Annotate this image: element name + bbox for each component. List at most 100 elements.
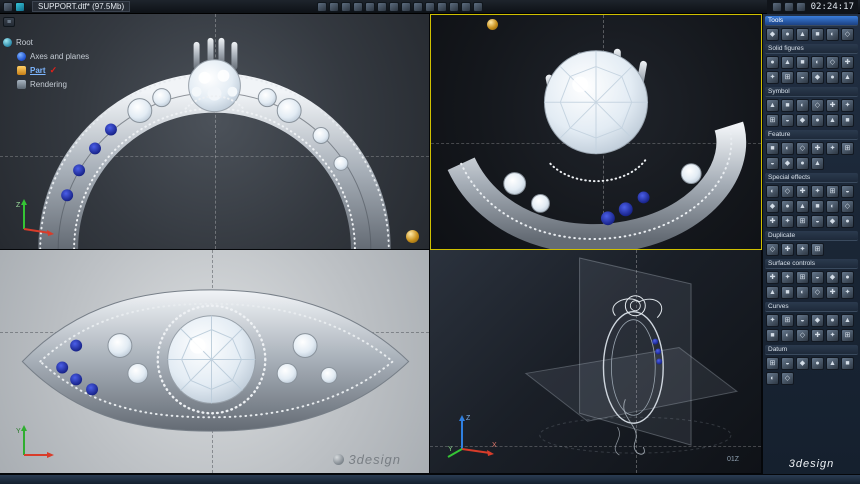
datum-tool-icon[interactable]: ■ (841, 357, 854, 370)
section-header-tools[interactable]: Tools (765, 16, 858, 26)
surface-controls-tool-icon[interactable]: ◆ (826, 271, 839, 284)
screen-capture-icon[interactable] (784, 2, 794, 12)
datum-tool-icon[interactable]: ◒ (781, 357, 794, 370)
datum-tool-icon[interactable]: ◇ (781, 372, 794, 385)
special-effects-tool-icon[interactable]: ✦ (781, 215, 794, 228)
tools-tool-icon[interactable]: ■ (811, 28, 824, 41)
solid-figures-tool-icon[interactable]: ▲ (841, 71, 854, 84)
solid-figures-tool-icon[interactable]: ⊞ (781, 71, 794, 84)
symbol-tool-icon[interactable]: ▲ (826, 114, 839, 127)
tools-tool-icon[interactable]: ◐ (826, 28, 839, 41)
special-effects-tool-icon[interactable]: ✚ (796, 185, 809, 198)
panel-toggle-icon[interactable] (772, 2, 782, 12)
duplicate-tool-icon[interactable]: ◇ (766, 243, 779, 256)
tree-item-axes-and-planes[interactable]: Axes and planes (3, 49, 129, 63)
viewport-front[interactable]: ≡ RootAxes and planesPart✓Rendering Z (0, 14, 430, 250)
special-effects-tool-icon[interactable]: ⊞ (796, 215, 809, 228)
symbol-tool-icon[interactable]: ● (811, 114, 824, 127)
tree-item-part[interactable]: Part✓ (3, 63, 129, 77)
surface-controls-tool-icon[interactable]: ■ (781, 286, 794, 299)
viewport-top[interactable]: Y 3design (0, 250, 430, 474)
symbol-tool-icon[interactable]: ▲ (766, 99, 779, 112)
tree-item-rendering[interactable]: Rendering (3, 77, 129, 91)
section-header-solid-figures[interactable]: Solid figures (765, 44, 858, 54)
feature-tool-icon[interactable]: ■ (766, 142, 779, 155)
surface-controls-tool-icon[interactable]: ◇ (811, 286, 824, 299)
clock-icon[interactable] (796, 2, 806, 12)
surface-controls-tool-icon[interactable]: ✦ (781, 271, 794, 284)
special-effects-tool-icon[interactable]: ▲ (796, 200, 809, 213)
solid-figures-tool-icon[interactable]: ■ (796, 56, 809, 69)
app-cube-icon[interactable] (15, 2, 25, 12)
shaded-view-icon[interactable] (329, 2, 339, 12)
special-effects-tool-icon[interactable]: ✚ (766, 215, 779, 228)
measure-icon[interactable] (401, 2, 411, 12)
curves-tool-icon[interactable]: ✦ (826, 329, 839, 342)
surface-controls-tool-icon[interactable]: ⊞ (796, 271, 809, 284)
viewport-construction[interactable]: Z X Y 01Z (430, 250, 762, 474)
section-header-feature[interactable]: Feature (765, 130, 858, 140)
surface-controls-tool-icon[interactable]: ✦ (841, 286, 854, 299)
symbol-tool-icon[interactable]: ■ (841, 114, 854, 127)
duplicate-tool-icon[interactable]: ⊞ (811, 243, 824, 256)
special-effects-tool-icon[interactable]: ● (841, 215, 854, 228)
solid-figures-tool-icon[interactable]: ✦ (766, 71, 779, 84)
curves-tool-icon[interactable]: ◆ (811, 314, 824, 327)
symbol-tool-icon[interactable]: ◆ (796, 114, 809, 127)
magnet-snap-icon[interactable] (425, 2, 435, 12)
solid-figures-tool-icon[interactable]: ◇ (826, 56, 839, 69)
solid-figures-tool-icon[interactable]: ◐ (811, 56, 824, 69)
solid-figures-tool-icon[interactable]: ▲ (781, 56, 794, 69)
material-icon[interactable] (377, 2, 387, 12)
datum-tool-icon[interactable]: ◐ (766, 372, 779, 385)
curves-tool-icon[interactable]: ◒ (796, 314, 809, 327)
datum-tool-icon[interactable]: ⊞ (766, 357, 779, 370)
symbol-tool-icon[interactable]: ✚ (826, 99, 839, 112)
special-effects-tool-icon[interactable]: ■ (811, 200, 824, 213)
datum-tool-icon[interactable]: ◆ (796, 357, 809, 370)
render-icon[interactable] (365, 2, 375, 12)
section-header-surface-controls[interactable]: Surface controls (765, 259, 858, 269)
surface-controls-tool-icon[interactable]: ✚ (826, 286, 839, 299)
material-preview-gold[interactable] (487, 19, 498, 30)
special-effects-tool-icon[interactable]: ● (781, 200, 794, 213)
solid-figures-tool-icon[interactable]: ● (766, 56, 779, 69)
special-effects-tool-icon[interactable]: ◆ (826, 215, 839, 228)
curves-tool-icon[interactable]: ✚ (811, 329, 824, 342)
tree-menu-icon[interactable]: ≡ (3, 17, 15, 27)
viewport-perspective[interactable] (430, 14, 762, 250)
solid-figures-tool-icon[interactable]: ✚ (841, 56, 854, 69)
symbol-tool-icon[interactable]: ◒ (781, 114, 794, 127)
symbol-tool-icon[interactable]: ◇ (811, 99, 824, 112)
special-effects-tool-icon[interactable]: ◇ (841, 200, 854, 213)
tree-item-root[interactable]: Root (3, 35, 129, 49)
wireframe-view-icon[interactable] (341, 2, 351, 12)
grid-snap-icon[interactable] (413, 2, 423, 12)
special-effects-tool-icon[interactable]: ◒ (841, 185, 854, 198)
undo-icon[interactable] (437, 2, 447, 12)
curves-tool-icon[interactable]: ● (826, 314, 839, 327)
curves-tool-icon[interactable]: ◇ (796, 329, 809, 342)
feature-tool-icon[interactable]: ◒ (766, 157, 779, 170)
symbol-tool-icon[interactable]: ⊞ (766, 114, 779, 127)
section-header-duplicate[interactable]: Duplicate (765, 231, 858, 241)
special-effects-tool-icon[interactable]: ◒ (811, 215, 824, 228)
feature-tool-icon[interactable]: ● (796, 157, 809, 170)
special-effects-tool-icon[interactable]: ◆ (766, 200, 779, 213)
symbol-tool-icon[interactable]: ✦ (841, 99, 854, 112)
curves-tool-icon[interactable]: ▲ (841, 314, 854, 327)
feature-tool-icon[interactable]: ◆ (781, 157, 794, 170)
duplicate-tool-icon[interactable]: ✦ (796, 243, 809, 256)
surface-controls-tool-icon[interactable]: ● (841, 271, 854, 284)
feature-tool-icon[interactable]: ◇ (796, 142, 809, 155)
feature-tool-icon[interactable]: ▲ (811, 157, 824, 170)
solid-figures-tool-icon[interactable]: ◒ (796, 71, 809, 84)
surface-controls-tool-icon[interactable]: ◐ (796, 286, 809, 299)
special-effects-tool-icon[interactable]: ◐ (826, 200, 839, 213)
datum-tool-icon[interactable]: ▲ (826, 357, 839, 370)
surface-controls-tool-icon[interactable]: ▲ (766, 286, 779, 299)
material-preview-gold[interactable] (406, 230, 419, 243)
section-header-curves[interactable]: Curves (765, 302, 858, 312)
viewport-layout-icon[interactable] (317, 2, 327, 12)
menu-grid-icon[interactable] (3, 2, 13, 12)
